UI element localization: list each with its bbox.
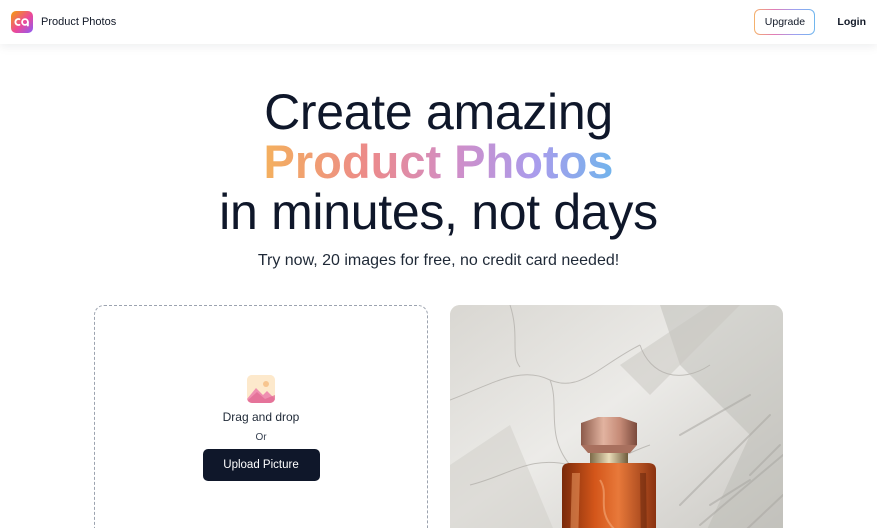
top-navigation-bar: Product Photos Upgrade Login: [0, 0, 877, 44]
brand[interactable]: Product Photos: [11, 11, 116, 33]
upload-dropzone[interactable]: Drag and drop Or Upload Picture: [94, 305, 428, 528]
login-link[interactable]: Login: [837, 16, 866, 28]
image-icon: [247, 375, 275, 403]
brand-name: Product Photos: [41, 16, 117, 28]
hero-title-line-1: Create amazing: [264, 84, 613, 140]
perfume-bottle-image: [450, 305, 783, 528]
upgrade-button-border: Upgrade: [754, 9, 816, 35]
example-product-photo: [450, 305, 783, 528]
app-logo-icon: [11, 11, 33, 33]
or-separator: Or: [255, 432, 267, 443]
hero-title-gradient: Product Photos: [263, 135, 614, 188]
upload-content: Drag and drop Or Upload Picture: [95, 375, 427, 481]
hero-title-line-3: in minutes, not days: [219, 184, 658, 240]
upgrade-button[interactable]: Upgrade: [755, 10, 815, 34]
drag-drop-text: Drag and drop: [222, 410, 300, 424]
hero-section: Create amazing Product Photos in minutes…: [0, 86, 877, 270]
header-actions: Upgrade Login: [754, 9, 866, 35]
upload-picture-button[interactable]: Upload Picture: [202, 449, 320, 481]
hero-subtitle: Try now, 20 images for free, no credit c…: [257, 252, 620, 269]
